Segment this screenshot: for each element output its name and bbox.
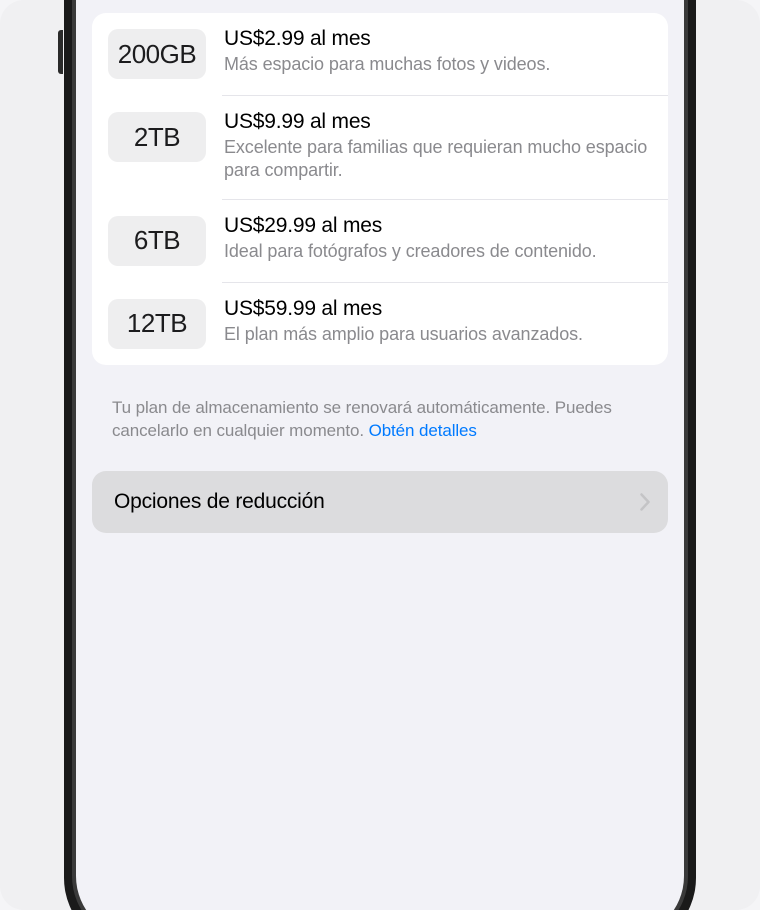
storage-plan-row[interactable]: 6TB US$29.99 al mes Ideal para fotógrafo… (92, 200, 668, 282)
storage-size-label: 6TB (134, 225, 180, 256)
storage-badge: 6TB (108, 216, 206, 266)
storage-plan-row[interactable]: 200GB US$2.99 al mes Más espacio para mu… (92, 13, 668, 95)
chevron-right-icon (640, 493, 650, 511)
details-link[interactable]: Obtén detalles (369, 421, 477, 440)
plan-details: US$2.99 al mes Más espacio para muchas f… (224, 27, 648, 76)
renewal-notice-text: Tu plan de almacenamiento se renovará au… (112, 398, 612, 440)
storage-size-label: 12TB (127, 308, 187, 339)
storage-size-label: 200GB (118, 39, 196, 70)
plan-description: Más espacio para muchas fotos y videos. (224, 53, 648, 76)
upgrade-section-header: OPCIONES DE AMPLIACIÓN (92, 0, 668, 13)
plan-price: US$2.99 al mes (224, 27, 648, 51)
plan-details: US$59.99 al mes El plan más amplio para … (224, 297, 648, 346)
plan-price: US$59.99 al mes (224, 297, 648, 321)
plan-price: US$29.99 al mes (224, 214, 648, 238)
outer-frame: OPCIONES DE AMPLIACIÓN 200GB US$2.99 al … (0, 0, 760, 910)
storage-size-label: 2TB (134, 122, 180, 153)
phone-screen: OPCIONES DE AMPLIACIÓN 200GB US$2.99 al … (76, 0, 684, 910)
storage-plan-row[interactable]: 12TB US$59.99 al mes El plan más amplio … (92, 283, 668, 365)
storage-plan-row[interactable]: 2TB US$9.99 al mes Excelente para famili… (92, 96, 668, 199)
storage-badge: 200GB (108, 29, 206, 79)
plan-description: El plan más amplio para usuarios avanzad… (224, 323, 648, 346)
plan-description: Ideal para fotógrafos y creadores de con… (224, 240, 648, 263)
phone-frame: OPCIONES DE AMPLIACIÓN 200GB US$2.99 al … (64, 0, 696, 910)
phone-side-button (58, 30, 63, 74)
renewal-notice: Tu plan de almacenamiento se renovará au… (92, 365, 668, 471)
downgrade-options-button[interactable]: Opciones de reducción (92, 471, 668, 533)
plan-description: Excelente para familias que requieran mu… (224, 136, 648, 183)
storage-badge: 2TB (108, 112, 206, 162)
phone-inner-frame: OPCIONES DE AMPLIACIÓN 200GB US$2.99 al … (72, 0, 688, 910)
storage-plans-card: 200GB US$2.99 al mes Más espacio para mu… (92, 13, 668, 365)
downgrade-label: Opciones de reducción (114, 490, 325, 514)
plan-details: US$9.99 al mes Excelente para familias q… (224, 110, 648, 183)
storage-badge: 12TB (108, 299, 206, 349)
plan-details: US$29.99 al mes Ideal para fotógrafos y … (224, 214, 648, 263)
plan-price: US$9.99 al mes (224, 110, 648, 134)
